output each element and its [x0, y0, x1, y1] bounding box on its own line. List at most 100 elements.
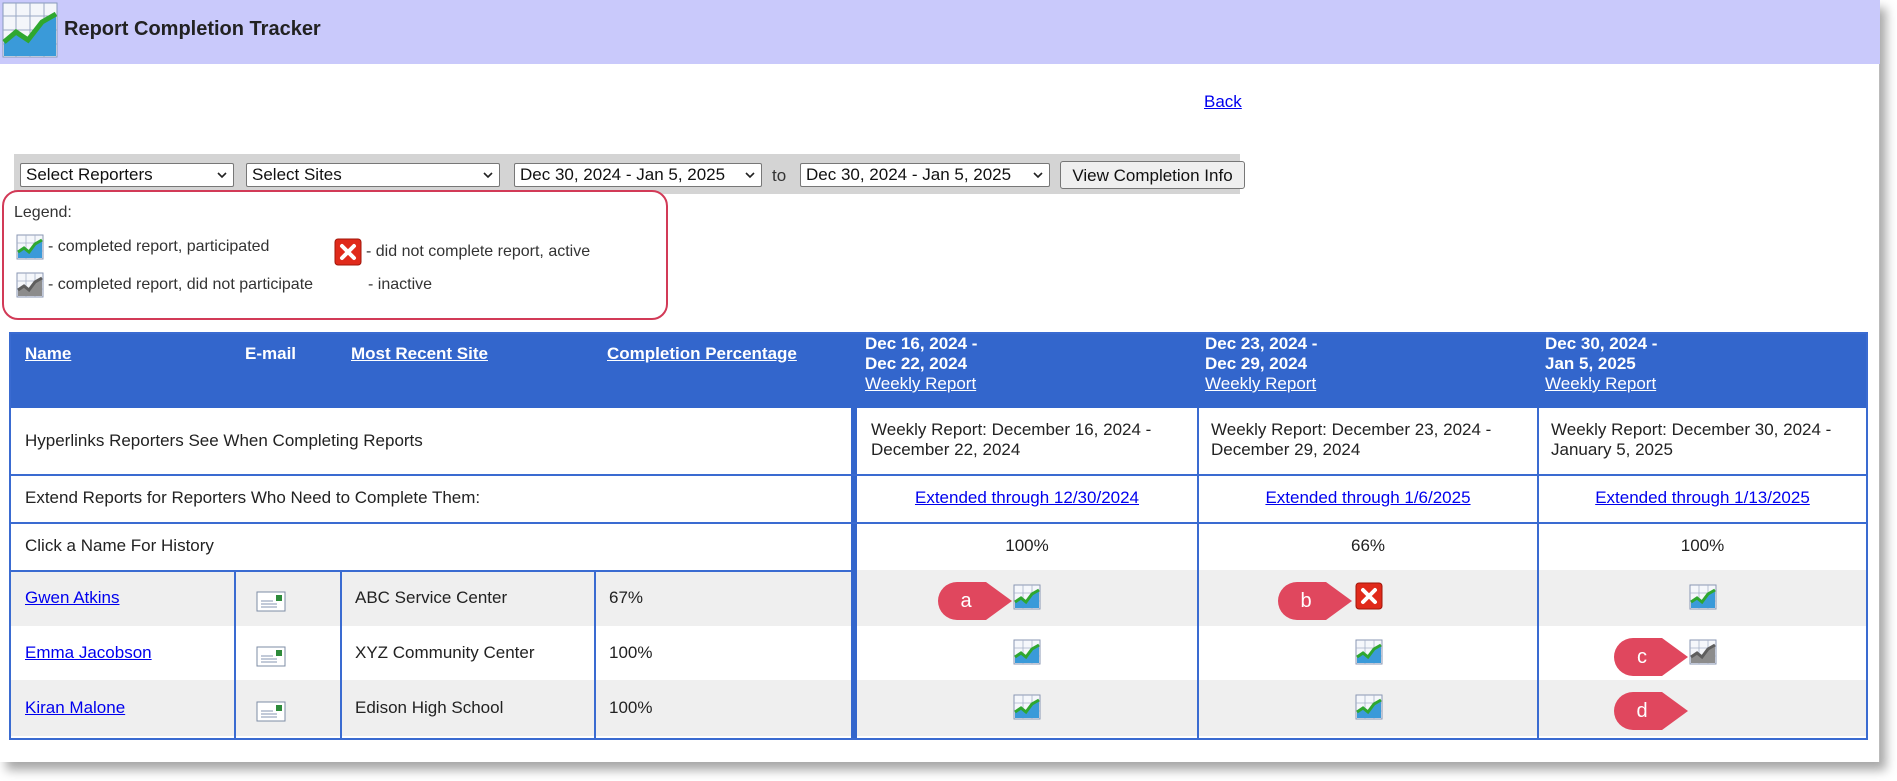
legend-not-complete-active-label: - did not complete report, active: [366, 243, 591, 261]
email-header: E-mail: [245, 344, 297, 363]
row-divider: [11, 474, 1866, 476]
week-2-hyperlink-line1: Weekly Report: December 23, 2024 -: [1211, 420, 1492, 439]
reporter-site: ABC Service Center: [355, 588, 508, 607]
week-2-hyperlink-line2: December 29, 2024: [1211, 440, 1361, 459]
legend-completed-not-participated-label: - completed report, did not participate: [48, 276, 314, 294]
select-date-from[interactable]: Dec 30, 2024 - Jan 5, 2025: [514, 163, 762, 187]
to-label: to: [772, 166, 787, 185]
week-1-hyperlink-text: Weekly Report: December 16, 2024 - Decem…: [871, 420, 1151, 460]
reporter-site: Edison High School: [355, 698, 504, 717]
not-participated-chart-icon: [16, 272, 44, 298]
chevron-down-icon: [217, 172, 227, 179]
reporter-site: XYZ Community Center: [355, 643, 535, 662]
week-3-range-start: Dec 30, 2024 -: [1545, 334, 1658, 353]
select-sites[interactable]: Select Sites: [246, 163, 500, 187]
back-link[interactable]: Back: [1204, 92, 1242, 112]
reporter-name-link[interactable]: Emma Jacobson: [25, 643, 152, 663]
legend-completed-participated: - completed report, participated: [16, 234, 269, 260]
select-reporters-value: Select Reporters: [26, 165, 153, 184]
week-3-hyperlink-line1: Weekly Report: December 30, 2024 -: [1551, 420, 1832, 439]
week-3-header: Dec 30, 2024 - Jan 5, 2025 Weekly Report: [1545, 334, 1657, 394]
email-icon[interactable]: [255, 698, 287, 724]
title-bar: Report Completion Tracker: [0, 0, 1880, 64]
legend: Legend: - completed report, participated…: [2, 190, 668, 320]
week-3-weekly-report-link[interactable]: Weekly Report: [1545, 374, 1656, 393]
callout-letter: a: [960, 590, 972, 612]
column-divider: [234, 570, 236, 738]
legend-title: Legend:: [14, 204, 72, 221]
week-3-hyperlink-line2: January 5, 2025: [1551, 440, 1673, 459]
participated-chart-icon[interactable]: [1013, 584, 1041, 610]
email-icon[interactable]: [255, 588, 287, 614]
legend-completed-participated-label: - completed report, participated: [48, 238, 270, 256]
row-shade: [11, 680, 1866, 736]
week-1-range-end: Dec 22, 2024: [865, 354, 968, 373]
x-mark-icon[interactable]: [1355, 582, 1383, 610]
week-2-range-start: Dec 23, 2024 -: [1205, 334, 1318, 353]
chart-logo-icon: [2, 2, 58, 58]
week-2-range-end: Dec 29, 2024: [1205, 354, 1308, 373]
participated-chart-icon[interactable]: [1355, 639, 1383, 665]
column-divider: [340, 570, 342, 738]
hyperlinks-row-label: Hyperlinks Reporters See When Completing…: [25, 431, 423, 450]
week-2-percent: 66%: [1350, 536, 1386, 555]
not-participated-chart-icon[interactable]: [1689, 639, 1717, 665]
legend-inactive: - inactive: [368, 276, 432, 294]
week-1-range-start: Dec 16, 2024 -: [865, 334, 978, 353]
completion-table: Name E-mail Most Recent Site Completion …: [9, 332, 1868, 740]
week-1-hyperlink-line1: Weekly Report: December 16, 2024 -: [871, 420, 1152, 439]
callout-letter: b: [1300, 590, 1312, 612]
participated-chart-icon[interactable]: [1013, 694, 1041, 720]
sort-site-link[interactable]: Most Recent Site: [351, 344, 488, 364]
select-date-to-value: Dec 30, 2024 - Jan 5, 2025: [806, 165, 1012, 184]
column-divider: [1197, 408, 1199, 738]
week-2-hyperlink-text: Weekly Report: December 23, 2024 - Decem…: [1211, 420, 1491, 460]
callout-letter: d: [1636, 700, 1648, 722]
legend-not-complete-active: - did not complete report, active: [334, 238, 590, 266]
participated-chart-icon[interactable]: [1013, 639, 1041, 665]
select-reporters[interactable]: Select Reporters: [20, 163, 234, 187]
extend-row-label: Extend Reports for Reporters Who Need to…: [25, 488, 481, 507]
app-window: Report Completion Tracker Back Select Re…: [0, 0, 1880, 762]
callout-marker: c: [1612, 636, 1692, 678]
column-divider: [594, 570, 596, 738]
reporter-name-link[interactable]: Kiran Malone: [25, 698, 125, 718]
callout-marker: d: [1612, 690, 1692, 732]
week-3-percent: 100%: [1680, 536, 1725, 555]
select-date-from-value: Dec 30, 2024 - Jan 5, 2025: [520, 165, 726, 184]
week-2-weekly-report-link[interactable]: Weekly Report: [1205, 374, 1316, 393]
filter-bar: Select Reporters Select Sites Dec 30, 20…: [14, 154, 1245, 194]
reporter-name-link[interactable]: Gwen Atkins: [25, 588, 120, 608]
week-1-header: Dec 16, 2024 - Dec 22, 2024 Weekly Repor…: [865, 334, 977, 394]
reporter-completion: 67%: [609, 588, 644, 607]
reporter-completion: 100%: [609, 643, 653, 662]
x-mark-icon: [334, 238, 362, 266]
column-divider: [1537, 408, 1539, 738]
chevron-down-icon: [745, 172, 755, 179]
participated-chart-icon[interactable]: [1689, 584, 1717, 610]
table-header: Name E-mail Most Recent Site Completion …: [11, 334, 1866, 408]
extend-week-2-link[interactable]: Extended through 1/6/2025: [1199, 488, 1537, 508]
legend-completed-not-participated: - completed report, did not participate: [16, 272, 313, 298]
email-icon[interactable]: [255, 643, 287, 669]
callout-letter: c: [1637, 646, 1647, 668]
chevron-down-icon: [483, 172, 493, 179]
select-sites-value: Select Sites: [252, 165, 342, 184]
extend-week-1-link[interactable]: Extended through 12/30/2024: [857, 488, 1197, 508]
participated-chart-icon[interactable]: [1355, 694, 1383, 720]
sort-completion-link[interactable]: Completion Percentage: [607, 344, 797, 364]
week-1-weekly-report-link[interactable]: Weekly Report: [865, 374, 976, 393]
sort-name-link[interactable]: Name: [25, 344, 71, 364]
extend-week-3-link[interactable]: Extended through 1/13/2025: [1539, 488, 1866, 508]
select-date-to[interactable]: Dec 30, 2024 - Jan 5, 2025: [800, 163, 1050, 187]
week-2-header: Dec 23, 2024 - Dec 29, 2024 Weekly Repor…: [1205, 334, 1317, 394]
row-divider: [11, 570, 851, 572]
reporter-completion: 100%: [609, 698, 653, 717]
chevron-down-icon: [1033, 172, 1043, 179]
week-3-range-end: Jan 5, 2025: [1545, 354, 1636, 373]
view-completion-button[interactable]: View Completion Info: [1060, 161, 1245, 189]
callout-marker: a: [936, 580, 1016, 622]
week-1-hyperlink-line2: December 22, 2024: [871, 440, 1021, 459]
week-3-hyperlink-text: Weekly Report: December 30, 2024 - Janua…: [1551, 420, 1831, 460]
callout-marker: b: [1276, 580, 1356, 622]
